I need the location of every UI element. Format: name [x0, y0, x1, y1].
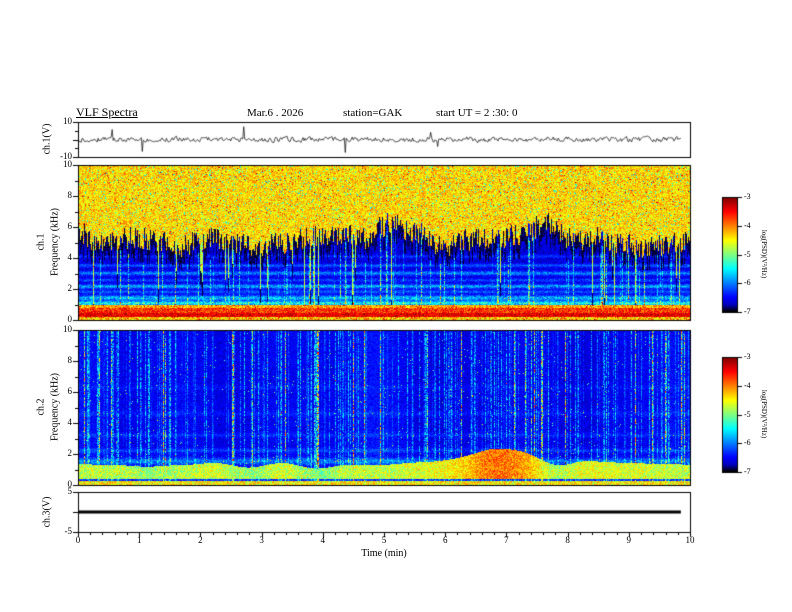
ch2-frequency-axis-label: Frequency (kHz): [49, 372, 61, 442]
plot-date: Mar.6 . 2026: [247, 107, 304, 119]
colorbar-tick-label: -6: [744, 438, 751, 448]
y-tick-label: 8: [67, 355, 73, 365]
x-tick-label: 4: [320, 535, 326, 545]
x-tick-label: 1: [136, 535, 142, 545]
ch3-voltage-axis-label: ch.3(V): [41, 496, 53, 528]
y-tick-label: 8: [67, 190, 73, 200]
ch1-channel-label: ch.1: [35, 233, 47, 251]
plot-title: VLF Spectra: [76, 105, 138, 119]
y-tick-label: 6: [67, 386, 73, 396]
x-tick-label: 8: [565, 535, 570, 545]
vlf-spectra-figure: VLF Spectra Mar.6 . 2026 station=GAK sta…: [0, 0, 792, 612]
y-tick-label: 6: [67, 221, 73, 231]
colorbar-tick-label: -5: [744, 409, 751, 419]
y-tick-label: 4: [67, 252, 73, 262]
x-tick-label: 2: [198, 535, 203, 545]
x-tick-label: 3: [259, 535, 264, 545]
colorbar-tick-label: -5: [744, 249, 751, 259]
y-tick-label: 2: [67, 283, 73, 293]
y-tick-label: 10: [63, 116, 72, 126]
x-tick-label: 7: [504, 535, 509, 545]
colorbar-tick-label: -3: [744, 192, 751, 201]
colorbar-tick-label: -4: [744, 220, 751, 230]
x-tick-label: 0: [75, 535, 81, 545]
x-axis-label: Time (min): [361, 548, 407, 559]
colorbar-tick-label: -4: [744, 380, 751, 390]
y-tick-label: 10: [63, 159, 72, 169]
ch1-voltage-axis-label: ch.1(V): [41, 123, 53, 155]
y-tick-label: 2: [67, 448, 73, 458]
x-tick-label: 6: [442, 535, 448, 545]
colorbar-tick-label: -3: [744, 352, 751, 361]
y-tick-label: 4: [67, 417, 73, 427]
colorbar-tick-label: -7: [744, 307, 751, 316]
y-tick-label: 10: [63, 324, 72, 334]
colorbar-tick-label: -6: [744, 278, 751, 288]
y-tick-label: 5: [67, 486, 73, 496]
colorbar-tick-label: -7: [744, 467, 751, 476]
ch2-channel-label: ch.2: [35, 398, 47, 416]
plot-canvas: [0, 0, 792, 612]
ch1-frequency-axis-label: Frequency (kHz): [49, 207, 61, 277]
x-tick-label: 10: [685, 535, 695, 545]
x-tick-label: 5: [381, 535, 387, 545]
station-label: station=GAK: [343, 107, 403, 119]
x-tick-label: 9: [626, 535, 632, 545]
start-ut-label: start UT = 2 :30: 0: [436, 107, 518, 119]
